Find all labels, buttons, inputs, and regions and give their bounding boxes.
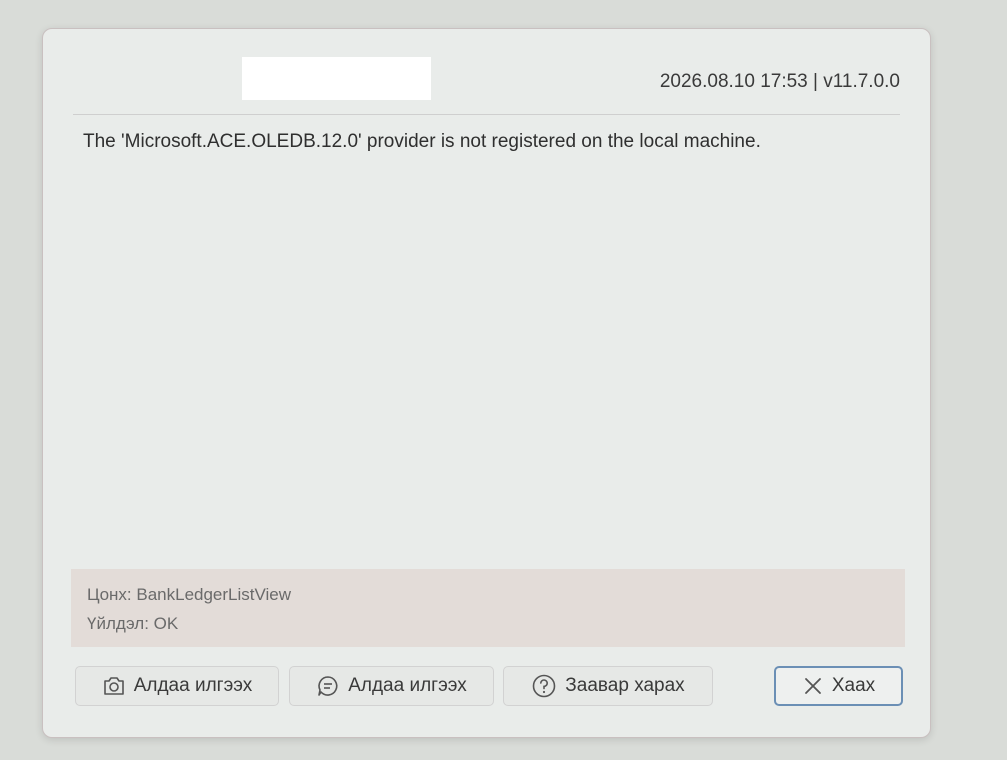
close-label: Хаах xyxy=(831,675,876,696)
timestamp-version: 2026.08.10 17:53 | v11.7.0.0 xyxy=(659,71,900,92)
help-icon xyxy=(531,673,557,699)
send-error-button[interactable]: Алдаа илгээх xyxy=(289,666,494,706)
send-screenshot-label: Алдаа илгээх xyxy=(133,675,253,696)
error-dialog: 2026.08.10 17:53 | v11.7.0.0 The 'Micros… xyxy=(42,28,931,738)
window-name-line: Цонх: BankLedgerListView xyxy=(87,585,292,604)
header-divider xyxy=(73,114,900,115)
error-message: The 'Microsoft.ACE.OLEDB.12.0' provider … xyxy=(83,131,761,152)
send-screenshot-button[interactable]: Алдаа илгээх xyxy=(75,666,279,706)
send-error-label: Алдаа илгээх xyxy=(348,675,467,696)
redacted-title xyxy=(242,57,431,100)
message-icon xyxy=(316,674,340,698)
details-panel: Цонх: BankLedgerListView Үйлдэл: OK xyxy=(71,569,905,647)
action-line: Үйлдэл: OK xyxy=(87,614,179,633)
camera-icon xyxy=(102,675,126,697)
close-icon xyxy=(802,675,824,697)
view-help-button[interactable]: Заавар харах xyxy=(503,666,713,706)
view-help-label: Заавар харах xyxy=(565,675,685,696)
close-button[interactable]: Хаах xyxy=(774,666,903,706)
